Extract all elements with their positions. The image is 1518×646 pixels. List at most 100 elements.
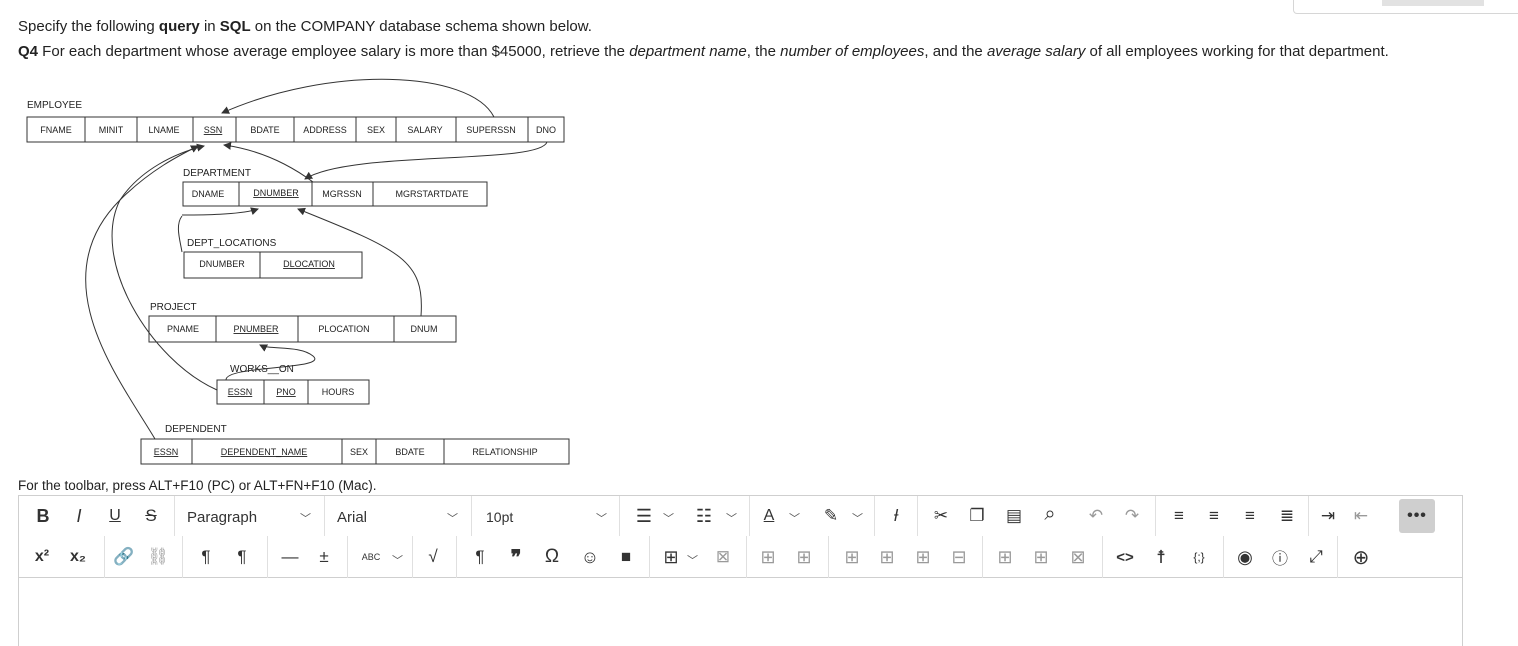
employee-col-bdate: BDATE [250,125,279,135]
align-center-icon[interactable]: ≡ [1203,504,1225,528]
toolbar-separator [324,496,325,536]
employee-col-minit: MINIT [99,125,124,135]
cut-icon[interactable]: ✂ [930,504,952,528]
toolbar-separator [104,536,105,578]
ltr-direction-icon[interactable]: ¶ [195,545,217,569]
project-col-pnumber: PNUMBER [233,324,279,334]
works-on-col-pno: PNO [276,387,296,397]
chevron-down-icon[interactable]: ﹀ [300,510,311,526]
clear-formatting-icon[interactable]: Ɨ [885,504,907,528]
chevron-down-icon[interactable]: ﹀ [726,510,737,526]
department-col-dnumber: DNUMBER [253,188,299,198]
fullscreen-icon[interactable]: ⤢ [1305,545,1327,569]
top-right-button[interactable] [1382,0,1484,6]
employee-table: FNAME MINIT LNAME SSN BDATE ADDRESS SEX … [26,116,565,143]
superscript-button[interactable]: x² [29,545,55,569]
table-icon[interactable]: ⊞ [660,545,682,569]
toolbar-separator [1102,536,1103,578]
instruction-text: Specify the following [18,18,159,35]
question-text-d: of all employees working for that depart… [1085,43,1389,60]
special-character-icon[interactable]: Ω [541,545,563,569]
rtl-direction-icon[interactable]: ¶ [231,545,253,569]
font-size-dropdown[interactable]: 10pt [486,509,513,525]
align-right-icon[interactable]: ≡ [1239,504,1261,528]
toolbar-separator [267,536,268,578]
copy-icon[interactable]: ❐ [966,504,988,528]
chevron-down-icon[interactable]: ﹀ [789,510,800,526]
insert-column-icon[interactable]: ⊞ [1030,545,1052,569]
strikethrough-button[interactable]: S [141,504,161,528]
term-number-of-employees: number of employees [780,43,925,60]
delete-column-icon[interactable]: ⊠ [1067,545,1089,569]
project-table: PNAME PNUMBER PLOCATION DNUM [148,315,457,343]
underline-button[interactable]: U [105,504,125,528]
align-left-icon[interactable]: ≡ [1168,504,1190,528]
chevron-down-icon[interactable]: ﹀ [392,552,403,568]
chevron-down-icon[interactable]: ﹀ [852,510,863,526]
split-cell-icon[interactable]: ⊞ [912,545,934,569]
works-on-col-essn: ESSN [228,387,253,397]
chevron-down-icon[interactable]: ﹀ [663,510,674,526]
chevron-down-icon[interactable]: ﹀ [687,552,698,568]
department-col-dname: DNAME [192,189,225,199]
paste-icon[interactable]: ▤ [1003,504,1025,528]
highlight-color-icon[interactable]: ✎ [819,504,843,528]
toolbar-separator [1155,496,1156,536]
text-color-icon[interactable]: A [759,504,779,528]
delete-cell-icon[interactable]: ⊟ [947,545,971,569]
employee-col-ssn: SSN [204,125,223,135]
cell-properties-icon[interactable]: ⊞ [841,545,863,569]
toolbar-separator [174,496,175,536]
find-replace-icon[interactable]: ⌕ [1039,502,1061,526]
blockquote-icon[interactable]: ❞ [505,545,527,569]
undo-icon[interactable]: ↶ [1085,504,1107,528]
project-title: PROJECT [150,302,197,313]
editor-content-area[interactable] [19,579,1462,646]
code-view-icon[interactable]: <> [1113,545,1137,569]
toolbar-row-2: x² x₂ 🔗 ⛓ ¶ ¶ — ± ABC ﹀ √ ¶ ❞ Ω ☺ ■ ⊞ ﹀ … [19,536,1462,578]
toolbar-separator [749,496,750,536]
bullet-list-icon[interactable]: ☰ [632,504,656,528]
employee-title: EMPLOYEE [27,100,82,111]
table-properties-icon[interactable]: ⊞ [757,545,779,569]
outdent-icon[interactable]: ⇤ [1350,504,1372,528]
row-properties-icon[interactable]: ⊞ [793,545,815,569]
html-source-icon[interactable]: {;} [1185,545,1213,569]
bold-button[interactable]: B [33,504,53,528]
delete-table-icon[interactable]: ⊠ [712,545,734,569]
bookmark-icon[interactable]: ■ [615,545,637,569]
more-options-button[interactable]: ••• [1399,499,1435,533]
department-table: DNAME DNUMBER MGRSSN MGRSTARTDATE [182,181,488,207]
numbered-list-icon[interactable]: ☷ [692,504,716,528]
chevron-down-icon[interactable]: ﹀ [596,510,607,526]
math-equation-icon[interactable]: √ [422,545,444,569]
help-icon[interactable]: ⓘ [1269,545,1291,569]
subscript-button[interactable]: x₂ [65,545,91,569]
add-content-icon[interactable]: ⊕ [1349,545,1373,569]
emoticon-icon[interactable]: ☺ [579,545,601,569]
toolbar-separator [1308,496,1309,536]
chevron-down-icon[interactable]: ﹀ [447,510,458,526]
italic-button[interactable]: I [69,504,89,528]
block-format-dropdown[interactable]: Paragraph [187,509,257,526]
term-average-salary: average salary [986,43,1086,60]
paragraph-mark-icon[interactable]: ¶ [469,545,491,569]
font-family-dropdown[interactable]: Arial [337,509,367,526]
project-col-pname: PNAME [167,324,199,334]
plus-minus-icon[interactable]: ± [313,545,335,569]
project-col-plocation: PLOCATION [318,324,369,334]
indent-icon[interactable]: ⇥ [1317,504,1339,528]
toolbar-separator [649,536,650,578]
align-justify-icon[interactable]: ≣ [1276,504,1298,528]
insert-row-icon[interactable]: ⊞ [994,545,1016,569]
toolbar-separator [471,496,472,536]
merge-cells-icon[interactable]: ⊞ [876,545,898,569]
remove-link-icon[interactable]: ⛓ [147,545,169,569]
preview-icon[interactable]: ◉ [1233,545,1257,569]
insert-link-icon[interactable]: 🔗 [113,545,135,569]
spellcheck-icon[interactable]: ABC [359,545,383,569]
redo-icon[interactable]: ↷ [1121,504,1143,528]
horizontal-line-icon[interactable]: — [279,545,301,569]
accessibility-icon[interactable]: ☨ [1150,545,1172,569]
toolbar-separator [746,536,747,578]
